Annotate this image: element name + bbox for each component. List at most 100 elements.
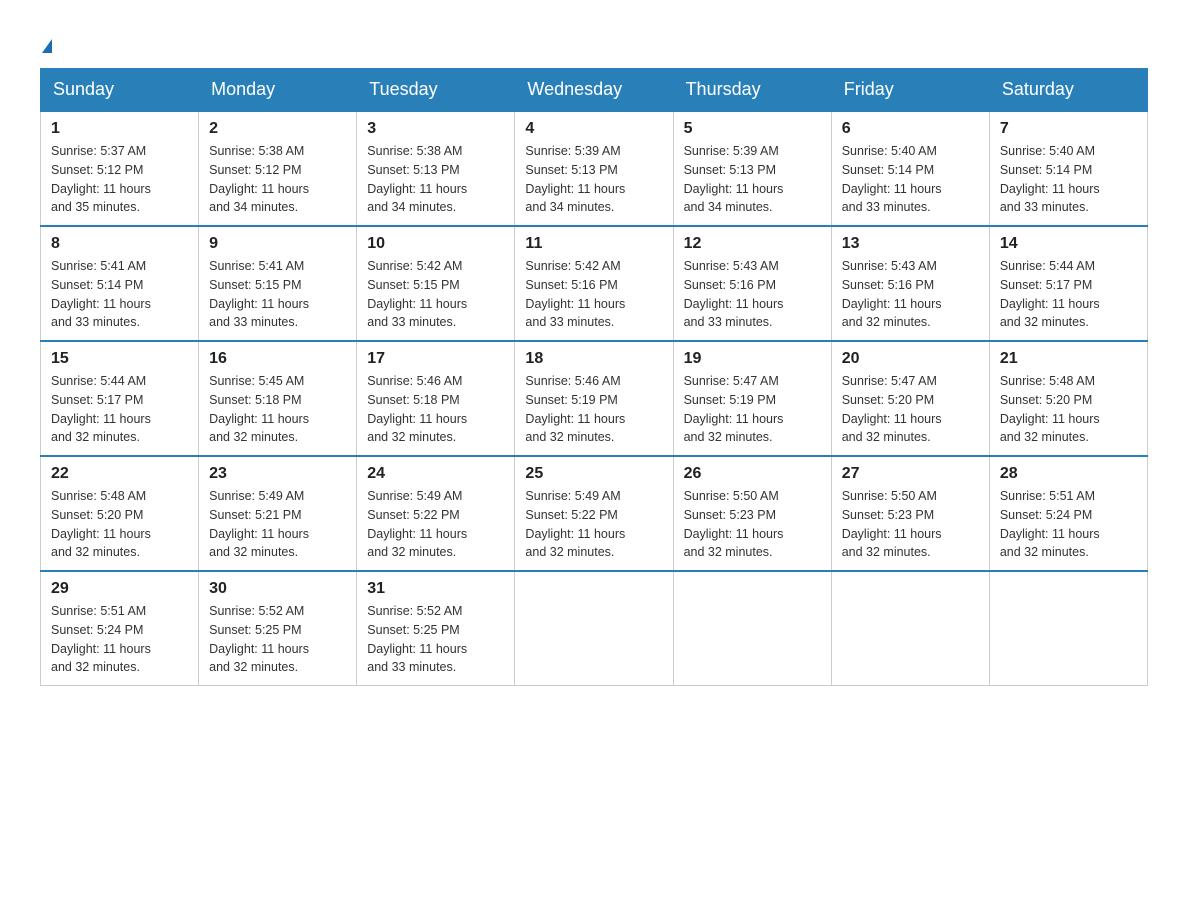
calendar-header-monday: Monday [199,69,357,112]
day-number: 28 [1000,465,1137,483]
day-info: Sunrise: 5:49 AM Sunset: 5:22 PM Dayligh… [525,487,662,562]
calendar-day-cell: 18 Sunrise: 5:46 AM Sunset: 5:19 PM Dayl… [515,341,673,456]
calendar-header-tuesday: Tuesday [357,69,515,112]
day-info: Sunrise: 5:50 AM Sunset: 5:23 PM Dayligh… [842,487,979,562]
day-number: 1 [51,120,188,138]
logo-top-row [40,30,52,58]
day-number: 5 [684,120,821,138]
calendar-week-row: 22 Sunrise: 5:48 AM Sunset: 5:20 PM Dayl… [41,456,1148,571]
calendar-day-cell: 23 Sunrise: 5:49 AM Sunset: 5:21 PM Dayl… [199,456,357,571]
calendar-day-cell: 1 Sunrise: 5:37 AM Sunset: 5:12 PM Dayli… [41,111,199,226]
calendar-day-cell: 22 Sunrise: 5:48 AM Sunset: 5:20 PM Dayl… [41,456,199,571]
day-info: Sunrise: 5:38 AM Sunset: 5:13 PM Dayligh… [367,142,504,217]
day-number: 22 [51,465,188,483]
calendar-day-cell: 15 Sunrise: 5:44 AM Sunset: 5:17 PM Dayl… [41,341,199,456]
calendar-week-row: 29 Sunrise: 5:51 AM Sunset: 5:24 PM Dayl… [41,571,1148,686]
calendar-table: SundayMondayTuesdayWednesdayThursdayFrid… [40,68,1148,686]
day-info: Sunrise: 5:44 AM Sunset: 5:17 PM Dayligh… [51,372,188,447]
calendar-day-cell [831,571,989,686]
day-number: 30 [209,580,346,598]
day-info: Sunrise: 5:39 AM Sunset: 5:13 PM Dayligh… [684,142,821,217]
day-number: 23 [209,465,346,483]
calendar-day-cell: 25 Sunrise: 5:49 AM Sunset: 5:22 PM Dayl… [515,456,673,571]
day-info: Sunrise: 5:51 AM Sunset: 5:24 PM Dayligh… [51,602,188,677]
day-info: Sunrise: 5:43 AM Sunset: 5:16 PM Dayligh… [684,257,821,332]
calendar-day-cell: 14 Sunrise: 5:44 AM Sunset: 5:17 PM Dayl… [989,226,1147,341]
day-number: 13 [842,235,979,253]
day-info: Sunrise: 5:40 AM Sunset: 5:14 PM Dayligh… [1000,142,1137,217]
calendar-header-sunday: Sunday [41,69,199,112]
calendar-day-cell: 10 Sunrise: 5:42 AM Sunset: 5:15 PM Dayl… [357,226,515,341]
calendar-week-row: 1 Sunrise: 5:37 AM Sunset: 5:12 PM Dayli… [41,111,1148,226]
day-info: Sunrise: 5:41 AM Sunset: 5:15 PM Dayligh… [209,257,346,332]
calendar-day-cell: 7 Sunrise: 5:40 AM Sunset: 5:14 PM Dayli… [989,111,1147,226]
calendar-day-cell: 16 Sunrise: 5:45 AM Sunset: 5:18 PM Dayl… [199,341,357,456]
calendar-day-cell: 29 Sunrise: 5:51 AM Sunset: 5:24 PM Dayl… [41,571,199,686]
day-number: 15 [51,350,188,368]
calendar-day-cell: 31 Sunrise: 5:52 AM Sunset: 5:25 PM Dayl… [357,571,515,686]
day-number: 2 [209,120,346,138]
day-info: Sunrise: 5:49 AM Sunset: 5:21 PM Dayligh… [209,487,346,562]
calendar-day-cell: 13 Sunrise: 5:43 AM Sunset: 5:16 PM Dayl… [831,226,989,341]
calendar-day-cell [989,571,1147,686]
day-number: 7 [1000,120,1137,138]
calendar-day-cell: 17 Sunrise: 5:46 AM Sunset: 5:18 PM Dayl… [357,341,515,456]
day-number: 12 [684,235,821,253]
calendar-day-cell [673,571,831,686]
logo [40,30,52,58]
calendar-day-cell: 9 Sunrise: 5:41 AM Sunset: 5:15 PM Dayli… [199,226,357,341]
day-info: Sunrise: 5:43 AM Sunset: 5:16 PM Dayligh… [842,257,979,332]
day-number: 14 [1000,235,1137,253]
calendar-week-row: 15 Sunrise: 5:44 AM Sunset: 5:17 PM Dayl… [41,341,1148,456]
day-info: Sunrise: 5:51 AM Sunset: 5:24 PM Dayligh… [1000,487,1137,562]
day-number: 19 [684,350,821,368]
day-info: Sunrise: 5:44 AM Sunset: 5:17 PM Dayligh… [1000,257,1137,332]
day-info: Sunrise: 5:52 AM Sunset: 5:25 PM Dayligh… [367,602,504,677]
day-number: 11 [525,235,662,253]
day-info: Sunrise: 5:50 AM Sunset: 5:23 PM Dayligh… [684,487,821,562]
day-info: Sunrise: 5:47 AM Sunset: 5:19 PM Dayligh… [684,372,821,447]
calendar-day-cell: 6 Sunrise: 5:40 AM Sunset: 5:14 PM Dayli… [831,111,989,226]
day-number: 29 [51,580,188,598]
day-number: 6 [842,120,979,138]
calendar-header-thursday: Thursday [673,69,831,112]
day-info: Sunrise: 5:42 AM Sunset: 5:16 PM Dayligh… [525,257,662,332]
day-number: 10 [367,235,504,253]
day-info: Sunrise: 5:47 AM Sunset: 5:20 PM Dayligh… [842,372,979,447]
day-info: Sunrise: 5:42 AM Sunset: 5:15 PM Dayligh… [367,257,504,332]
calendar-day-cell: 21 Sunrise: 5:48 AM Sunset: 5:20 PM Dayl… [989,341,1147,456]
calendar-header-saturday: Saturday [989,69,1147,112]
day-info: Sunrise: 5:48 AM Sunset: 5:20 PM Dayligh… [51,487,188,562]
calendar-day-cell: 28 Sunrise: 5:51 AM Sunset: 5:24 PM Dayl… [989,456,1147,571]
day-number: 8 [51,235,188,253]
day-number: 26 [684,465,821,483]
calendar-day-cell: 5 Sunrise: 5:39 AM Sunset: 5:13 PM Dayli… [673,111,831,226]
day-info: Sunrise: 5:40 AM Sunset: 5:14 PM Dayligh… [842,142,979,217]
calendar-week-row: 8 Sunrise: 5:41 AM Sunset: 5:14 PM Dayli… [41,226,1148,341]
calendar-day-cell: 11 Sunrise: 5:42 AM Sunset: 5:16 PM Dayl… [515,226,673,341]
day-number: 18 [525,350,662,368]
day-info: Sunrise: 5:37 AM Sunset: 5:12 PM Dayligh… [51,142,188,217]
day-info: Sunrise: 5:52 AM Sunset: 5:25 PM Dayligh… [209,602,346,677]
calendar-header-row: SundayMondayTuesdayWednesdayThursdayFrid… [41,69,1148,112]
calendar-day-cell: 3 Sunrise: 5:38 AM Sunset: 5:13 PM Dayli… [357,111,515,226]
day-number: 17 [367,350,504,368]
calendar-day-cell: 8 Sunrise: 5:41 AM Sunset: 5:14 PM Dayli… [41,226,199,341]
calendar-day-cell: 26 Sunrise: 5:50 AM Sunset: 5:23 PM Dayl… [673,456,831,571]
calendar-day-cell: 12 Sunrise: 5:43 AM Sunset: 5:16 PM Dayl… [673,226,831,341]
calendar-day-cell: 20 Sunrise: 5:47 AM Sunset: 5:20 PM Dayl… [831,341,989,456]
day-number: 27 [842,465,979,483]
calendar-day-cell: 27 Sunrise: 5:50 AM Sunset: 5:23 PM Dayl… [831,456,989,571]
day-number: 31 [367,580,504,598]
calendar-day-cell: 30 Sunrise: 5:52 AM Sunset: 5:25 PM Dayl… [199,571,357,686]
day-info: Sunrise: 5:46 AM Sunset: 5:18 PM Dayligh… [367,372,504,447]
page-header [40,30,1148,58]
day-number: 20 [842,350,979,368]
calendar-day-cell: 19 Sunrise: 5:47 AM Sunset: 5:19 PM Dayl… [673,341,831,456]
day-info: Sunrise: 5:41 AM Sunset: 5:14 PM Dayligh… [51,257,188,332]
day-info: Sunrise: 5:46 AM Sunset: 5:19 PM Dayligh… [525,372,662,447]
day-number: 16 [209,350,346,368]
calendar-day-cell: 2 Sunrise: 5:38 AM Sunset: 5:12 PM Dayli… [199,111,357,226]
logo-triangle-icon [42,39,52,53]
calendar-day-cell: 4 Sunrise: 5:39 AM Sunset: 5:13 PM Dayli… [515,111,673,226]
